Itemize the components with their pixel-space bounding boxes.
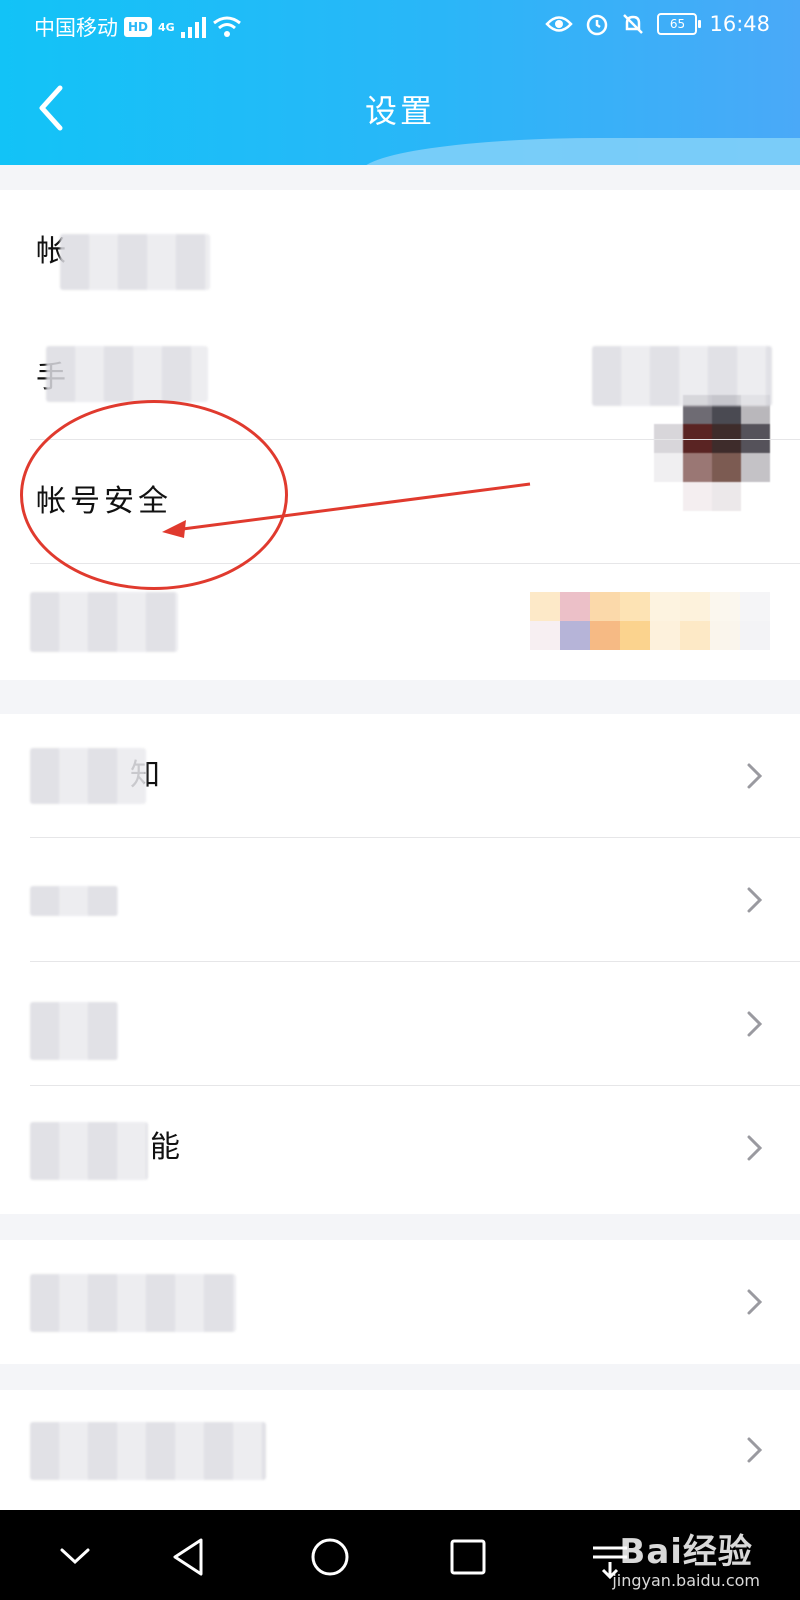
network-type: 4G	[158, 20, 175, 34]
redacted-value	[592, 346, 772, 406]
redacted-text	[30, 748, 146, 804]
redacted-text	[30, 1122, 148, 1180]
alarm-icon	[587, 14, 608, 36]
status-left: 中国移动 HD 4G	[34, 12, 242, 42]
notification-row[interactable]: 知	[0, 714, 800, 838]
account-section: 帐 手 帐号安全	[0, 190, 800, 680]
hd-badge: HD	[124, 17, 153, 37]
chevron-right-icon	[747, 1437, 763, 1463]
section-four	[0, 1390, 800, 1510]
carrier-name: 中国移动	[34, 16, 118, 40]
eye-icon	[545, 16, 574, 32]
nav-down-button[interactable]	[50, 1532, 100, 1582]
mute-bell-icon	[623, 14, 644, 34]
chevron-right-icon	[747, 763, 763, 789]
nav-recent-button[interactable]	[443, 1532, 493, 1582]
redacted-text	[30, 886, 118, 916]
phone-row[interactable]: 手	[0, 316, 800, 440]
redacted-badges	[530, 592, 770, 650]
account-row[interactable]: 帐	[0, 190, 800, 314]
app-header: 中国移动 HD 4G 65 16:48 设置	[0, 0, 800, 165]
settings-row-5[interactable]	[0, 1240, 800, 1364]
clock-time: 16:48	[709, 12, 770, 36]
battery-icon: 65	[657, 13, 702, 35]
redacted-text	[46, 346, 208, 402]
feature-row[interactable]: 能	[0, 1086, 800, 1210]
watermark-url: jingyan.baidu.com	[612, 1571, 760, 1590]
account-security-label: 帐号安全	[36, 484, 172, 519]
feature-row-label: 能	[150, 1130, 184, 1165]
nav-home-button[interactable]	[305, 1532, 355, 1582]
baidu-jingyan-watermark: Bai经验 jingyan.baidu.com	[612, 1524, 760, 1590]
watermark-logo: Bai经验	[619, 1532, 753, 1572]
settings-row-2[interactable]	[0, 838, 800, 962]
redacted-text	[30, 1274, 236, 1332]
chevron-right-icon	[747, 1289, 763, 1315]
chevron-right-icon	[747, 1135, 763, 1161]
account-security-row[interactable]: 帐号安全	[0, 440, 800, 564]
header-wave-decoration	[360, 138, 800, 165]
signal-icon	[180, 16, 206, 38]
preferences-section: 知 能	[0, 714, 800, 1214]
settings-row-3[interactable]	[0, 962, 800, 1086]
redacted-text	[60, 234, 210, 290]
status-bar: 中国移动 HD 4G 65 16:48	[0, 0, 800, 54]
redacted-text	[30, 1002, 118, 1060]
status-right: 65 16:48	[545, 12, 770, 36]
redacted-text	[30, 1422, 266, 1480]
section-three	[0, 1240, 800, 1364]
chevron-right-icon	[747, 1011, 763, 1037]
redacted-text	[30, 592, 178, 652]
settings-row-6[interactable]	[0, 1390, 800, 1510]
page-title: 设置	[364, 92, 435, 130]
wifi-icon	[212, 16, 241, 37]
nav-back-button[interactable]	[165, 1532, 215, 1582]
chevron-right-icon	[747, 887, 763, 913]
